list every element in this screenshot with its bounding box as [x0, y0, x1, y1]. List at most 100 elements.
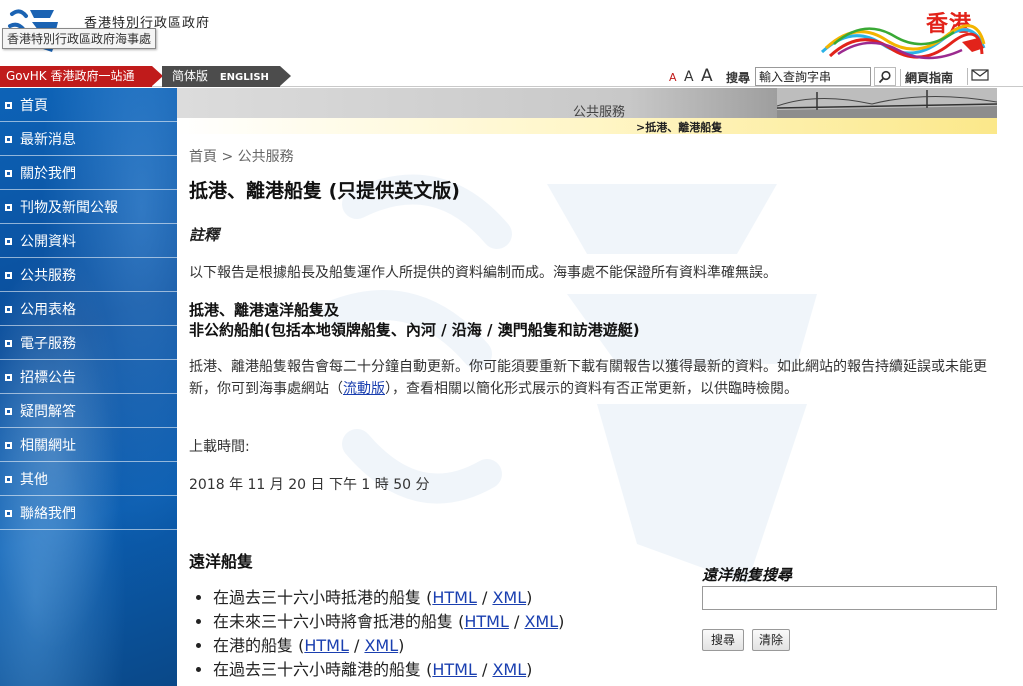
sidebar-item-label: 公共服務 [20, 267, 76, 284]
update-text-after: ），查看相關以簡化形式展示的資料有否正常更新，以供臨時檢閱。 [385, 381, 798, 397]
sidebar-item-tenders[interactable]: 招標公告 [0, 360, 177, 394]
site-header: 香港特別行政區政府 香港特別行政區政府海事處 香港 [0, 0, 1023, 66]
bullet-icon [5, 476, 12, 483]
upload-time-label: 上載時間: [189, 439, 250, 455]
ocean-vessel-report-list: 在過去三十六小時抵港的船隻 (HTML / XML) 在未來三十六小時將會抵港的… [213, 586, 564, 682]
search-icon [878, 70, 891, 84]
sidebar-item-label: 公用表格 [20, 301, 76, 318]
lang-simplified-link[interactable]: 简体版 [172, 69, 208, 83]
list-item: 在未來三十六小時將會抵港的船隻 (HTML / XML) [213, 610, 564, 634]
vessel-clear-button[interactable]: 清除 [752, 629, 790, 651]
sidebar-item-label: 招標公告 [20, 369, 76, 386]
bullet-icon [5, 510, 12, 517]
font-size-small-button[interactable]: A [669, 71, 677, 84]
vessel-types-heading: 抵港、離港遠洋船隻及 非公約船舶(包括本地領牌船隻、內河 / 沿海 / 澳門船隻… [189, 300, 640, 340]
sidebar-item-news[interactable]: 最新消息 [0, 122, 177, 156]
bridge-photo [777, 88, 997, 118]
sidebar-item-contact[interactable]: 聯絡我們 [0, 496, 177, 530]
bullet-icon [5, 238, 12, 245]
mobile-version-link[interactable]: 流動版 [343, 381, 385, 397]
sidebar-item-label: 刊物及新聞公報 [20, 199, 118, 216]
bullet-icon [5, 204, 12, 211]
breadcrumb-home-link[interactable]: 首頁 [189, 149, 217, 165]
sidebar-item-label: 最新消息 [20, 131, 76, 148]
vessel-search-title: 遠洋船隻搜尋 [702, 566, 793, 584]
search-button[interactable] [874, 67, 896, 86]
sidebar-item-label: 電子服務 [20, 335, 76, 352]
lang-english-link[interactable]: ENGLISH [220, 72, 269, 83]
report-label: 在過去三十六小時抵港的船隻 [213, 588, 422, 607]
list-item: 在過去三十六小時離港的船隻 (HTML / XML) [213, 658, 564, 682]
list-item: 在港的船隻 (HTML / XML) [213, 634, 564, 658]
search-label: 搜尋 [726, 71, 751, 85]
vessel-heading-line1: 抵港、離港遠洋船隻及 [189, 301, 340, 319]
bullet-icon [5, 340, 12, 347]
remark-text: 以下報告是根據船長及船隻運作人所提供的資料編制而成。海事處不能保證所有資料準確無… [189, 265, 777, 281]
sidebar-item-others[interactable]: 其他 [0, 462, 177, 496]
sidebar-item-public-services[interactable]: 公共服務 [0, 258, 177, 292]
logo-tooltip: 香港特別行政區政府海事處 [2, 28, 157, 49]
sidebar-item-home[interactable]: 首頁 [0, 88, 177, 122]
govhk-link[interactable]: GovHK 香港政府一站通 [0, 66, 163, 87]
language-bar: 简体版 ENGLISH [162, 66, 291, 87]
sidebar-item-label: 聯絡我們 [20, 505, 76, 522]
sidebar-item-about[interactable]: 關於我們 [0, 156, 177, 190]
vessel-search-button[interactable]: 搜尋 [702, 629, 744, 651]
current-page-label: >抵港、離港船隻 [636, 121, 723, 134]
section-title: 公共服務 [573, 105, 626, 118]
breadcrumb: 首頁 > 公共服務 [189, 146, 294, 166]
html-report-link[interactable]: HTML [464, 612, 509, 631]
contact-mail-link[interactable] [967, 68, 989, 85]
vessel-search-input[interactable] [702, 586, 997, 610]
sidebar-item-links[interactable]: 相關網址 [0, 428, 177, 462]
sidebar-item-label: 關於我們 [20, 165, 76, 182]
vessel-heading-line2: 非公約船舶(包括本地領牌船隻、內河 / 沿海 / 澳門船隻和訪港遊艇) [189, 321, 640, 339]
bullet-icon [5, 170, 12, 177]
section-banner: 公共服務 [177, 88, 997, 118]
report-label: 在港的船隻 [213, 636, 294, 655]
sidebar-item-faq[interactable]: 疑問解答 [0, 394, 177, 428]
sidebar-item-publications[interactable]: 刊物及新聞公報 [0, 190, 177, 224]
bullet-icon [5, 408, 12, 415]
bullet-icon [5, 306, 12, 313]
gov-bar: GovHK 香港政府一站通 简体版 ENGLISH A A A 搜尋 網頁指南 [0, 66, 1023, 87]
search-input[interactable] [755, 67, 871, 86]
sidebar-item-label: 首頁 [20, 97, 48, 114]
mail-icon [971, 69, 989, 81]
sidebar-item-label: 公開資料 [20, 233, 76, 250]
html-report-link[interactable]: HTML [432, 660, 477, 679]
update-notice: 抵港、離港船隻報告會每二十分鐘自動更新。你可能須要重新下載有關報告以獲得最新的資… [189, 356, 989, 400]
xml-report-link[interactable]: XML [492, 660, 526, 679]
font-size-large-button[interactable]: A [701, 66, 713, 86]
font-size-medium-button[interactable]: A [684, 69, 694, 85]
sidebar-item-label: 其他 [20, 471, 48, 488]
xml-report-link[interactable]: XML [524, 612, 558, 631]
upload-time-value: 2018 年 11 月 20 日 下午 1 時 50 分 [189, 477, 430, 493]
sitemap-link[interactable]: 網頁指南 [900, 69, 953, 86]
bullet-icon [5, 442, 12, 449]
report-label: 在未來三十六小時將會抵港的船隻 [213, 612, 454, 631]
bullet-icon [5, 136, 12, 143]
bullet-icon [5, 272, 12, 279]
html-report-link[interactable]: HTML [304, 636, 349, 655]
brand-hong-kong[interactable]: 香港 [812, 4, 990, 62]
font-size-controls: A A A [669, 66, 716, 87]
xml-report-link[interactable]: XML [364, 636, 398, 655]
main-content: 首頁 > 公共服務 抵港、離港船隻 (只提供英文版) 註釋 以下報告是根據船長及… [177, 134, 997, 686]
bullet-icon [5, 102, 12, 109]
html-report-link[interactable]: HTML [432, 588, 477, 607]
dragon-ribbon-icon [820, 24, 986, 60]
xml-report-link[interactable]: XML [492, 588, 526, 607]
sidebar-item-label: 疑問解答 [20, 403, 76, 420]
sidebar-item-label: 相關網址 [20, 437, 76, 454]
breadcrumb-current-link[interactable]: 公共服務 [238, 149, 294, 165]
sidebar-item-public-info[interactable]: 公開資料 [0, 224, 177, 258]
sidebar-item-forms[interactable]: 公用表格 [0, 292, 177, 326]
ocean-vessels-heading: 遠洋船隻 [189, 552, 254, 571]
sidebar-item-e-services[interactable]: 電子服務 [0, 326, 177, 360]
list-item: 在過去三十六小時抵港的船隻 (HTML / XML) [213, 586, 564, 610]
section-subbanner: >抵港、離港船隻 [177, 118, 997, 134]
sidebar-nav: 首頁 最新消息 關於我們 刊物及新聞公報 公開資料 公共服務 公用表格 電子服務… [0, 88, 177, 686]
bullet-icon [5, 374, 12, 381]
remark-heading: 註釋 [189, 226, 220, 244]
